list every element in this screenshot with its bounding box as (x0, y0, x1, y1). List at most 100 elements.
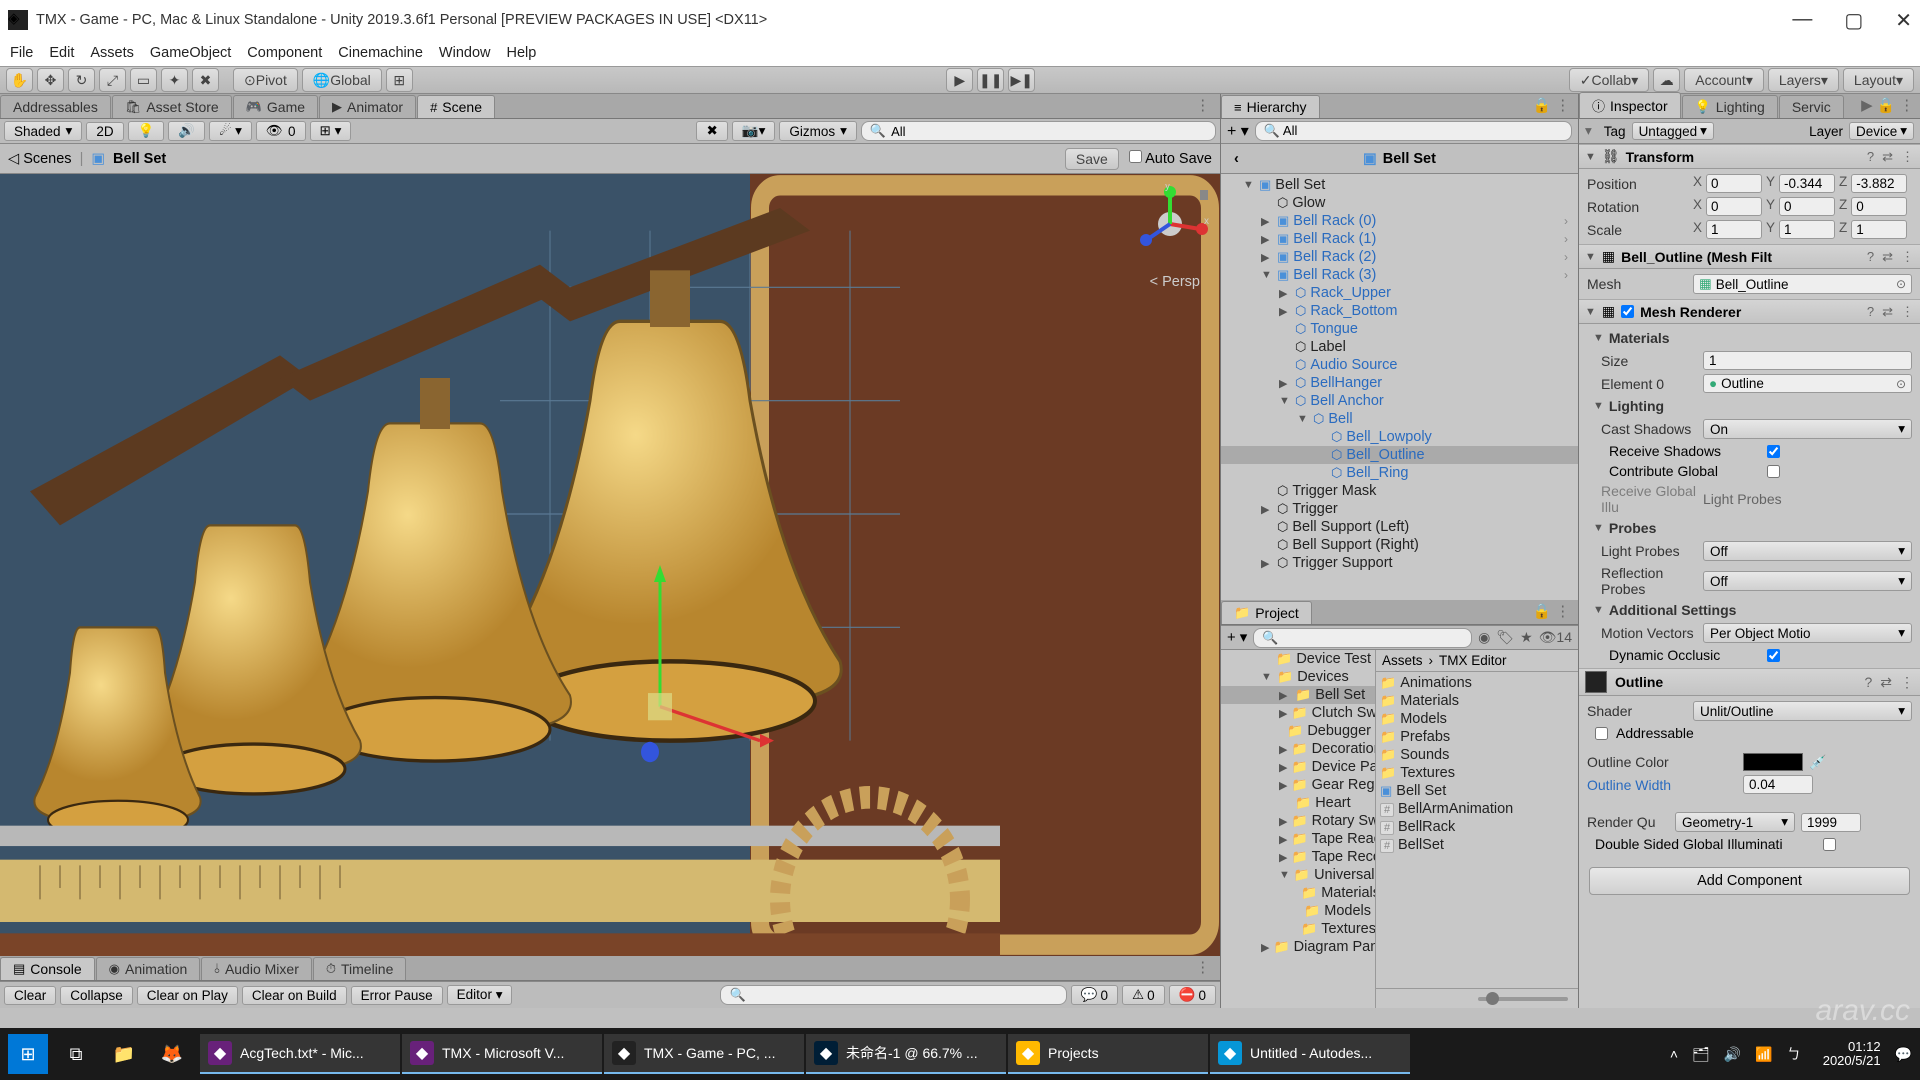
rot-x[interactable] (1706, 197, 1762, 216)
project-crumb-folder[interactable]: TMX Editor (1439, 653, 1507, 668)
console-warn-count[interactable]: ⚠0 (1122, 985, 1165, 1005)
project-item[interactable]: #BellRack (1376, 818, 1578, 836)
taskbar-app[interactable]: ◆未命名-1 @ 66.7% ... (806, 1034, 1006, 1074)
project-folder[interactable]: ▶📁Clutch Swit (1221, 704, 1375, 722)
hierarchy-item[interactable]: ▼⬡Bell Anchor (1221, 392, 1578, 410)
hierarchy-item[interactable]: ▶⬡Trigger (1221, 500, 1578, 518)
maximize-button[interactable]: ▢ (1844, 8, 1863, 33)
lighting-toggle[interactable]: 💡 (128, 121, 165, 141)
project-folder[interactable]: ▼📁Devices (1221, 668, 1375, 686)
layer-dropdown[interactable]: Device▾ (1849, 122, 1914, 140)
taskbar-app[interactable]: ◆AcgTech.txt* - Mic... (200, 1034, 400, 1074)
2d-toggle[interactable]: 2D (86, 122, 123, 141)
hierarchy-root[interactable]: Bell Set (1383, 151, 1436, 167)
scene-viewport[interactable]: ARM bell x y < Persp (0, 174, 1220, 956)
hidden-count[interactable]: 👁 0 (256, 121, 306, 141)
autosave-checkbox[interactable]: Auto Save (1129, 150, 1212, 167)
layers-dropdown[interactable]: Layers ▾ (1768, 68, 1839, 92)
project-folder[interactable]: ▶📁Diagram Pane (1221, 938, 1375, 956)
project-item[interactable]: 📁Animations (1376, 674, 1578, 692)
firefox-icon[interactable]: 🦊 (152, 1034, 192, 1074)
account-dropdown[interactable]: Account ▾ (1684, 68, 1764, 92)
contribute-gi-checkbox[interactable] (1767, 465, 1780, 478)
tab-hierarchy[interactable]: ≡Hierarchy (1221, 95, 1320, 118)
project-folder[interactable]: 📁Materials (1221, 884, 1375, 902)
scale-tool[interactable]: ⤢ (99, 68, 126, 92)
console-clear-build[interactable]: Clear on Build (242, 986, 347, 1005)
back-icon[interactable]: ‹ (1234, 151, 1239, 167)
grid-toggle[interactable]: ⊞ ▾ (310, 121, 352, 141)
layout-dropdown[interactable]: Layout ▾ (1843, 68, 1914, 92)
hierarchy-item[interactable]: ▶⬡Trigger Support (1221, 554, 1578, 572)
project-folder[interactable]: 📁Debugger (1221, 722, 1375, 740)
project-folder[interactable]: 📁Heart (1221, 794, 1375, 812)
console-editor[interactable]: Editor ▾ (447, 985, 513, 1005)
help-icon[interactable]: ? (1867, 149, 1874, 165)
project-folder[interactable]: 📁Textures (1221, 920, 1375, 938)
rect-tool[interactable]: ▭ (130, 68, 157, 92)
scene-search[interactable]: 🔍 All (861, 121, 1216, 141)
shader-dropdown[interactable]: Unlit/Outline▾ (1693, 701, 1912, 721)
fx-toggle[interactable]: ☄ ▾ (209, 121, 252, 141)
tab-menu-icon[interactable]: ⋮ (1185, 93, 1220, 118)
hierarchy-item[interactable]: ▼⬡Bell (1221, 410, 1578, 428)
pos-x[interactable] (1706, 174, 1762, 193)
project-item[interactable]: #BellSet (1376, 836, 1578, 854)
console-clear-play[interactable]: Clear on Play (137, 986, 238, 1005)
cloud-button[interactable]: ☁ (1653, 68, 1680, 92)
cast-shadows-dropdown[interactable]: On▾ (1703, 419, 1912, 439)
hierarchy-item[interactable]: ▶▣Bell Rack (1)› (1221, 230, 1578, 248)
console-collapse[interactable]: Collapse (60, 986, 133, 1005)
hierarchy-search[interactable]: 🔍 All (1255, 121, 1572, 141)
hierarchy-item[interactable]: ▼▣Bell Set (1221, 176, 1578, 194)
motion-vectors-dropdown[interactable]: Per Object Motio▾ (1703, 623, 1912, 643)
hierarchy-item[interactable]: ▼▣Bell Rack (3)› (1221, 266, 1578, 284)
explorer-icon[interactable]: 📁 (104, 1034, 144, 1074)
project-crumb-assets[interactable]: Assets (1382, 653, 1423, 668)
project-item[interactable]: 📁Prefabs (1376, 728, 1578, 746)
receive-shadows-checkbox[interactable] (1767, 445, 1780, 458)
hierarchy-item[interactable]: ▶⬡Rack_Upper (1221, 284, 1578, 302)
hierarchy-add-button[interactable]: + ▾ (1227, 121, 1249, 141)
save-button[interactable]: Save (1065, 148, 1119, 170)
materials-size[interactable] (1703, 351, 1912, 370)
hierarchy-item[interactable]: ▶⬡BellHanger (1221, 374, 1578, 392)
taskbar-clock[interactable]: 01:12 2020/5/21 (1823, 1040, 1881, 1069)
hierarchy-item[interactable]: ⬡Bell Support (Left) (1221, 518, 1578, 536)
menu-component[interactable]: Component (241, 43, 328, 63)
project-folder[interactable]: ▼📁Universal T (1221, 866, 1375, 884)
render-queue-dropdown[interactable]: Geometry-1▾ (1675, 812, 1795, 832)
task-view[interactable]: ⧉ (56, 1034, 96, 1074)
gizmos-dropdown[interactable]: Gizmos ▾ (779, 121, 857, 141)
project-item[interactable]: 📁Sounds (1376, 746, 1578, 764)
console-clear[interactable]: Clear (4, 986, 56, 1005)
taskbar-app[interactable]: ◆Projects (1008, 1034, 1208, 1074)
double-sided-gi-checkbox[interactable] (1823, 838, 1836, 851)
tray-wifi-icon[interactable]: 📶 (1755, 1046, 1772, 1063)
preset-icon[interactable]: ⇄ (1882, 149, 1893, 165)
tab-timeline[interactable]: ⏱Timeline (313, 957, 407, 980)
close-button[interactable]: ✕ (1895, 8, 1912, 33)
tab-services[interactable]: Servic (1779, 95, 1844, 118)
project-size-slider[interactable] (1376, 988, 1578, 1008)
console-error-count[interactable]: ⛔0 (1169, 985, 1216, 1005)
projection-label[interactable]: < Persp (1150, 274, 1200, 290)
transform-tool[interactable]: ✦ (161, 68, 188, 92)
menu-edit[interactable]: Edit (43, 43, 80, 63)
tab-animation[interactable]: ◉Animation (96, 957, 201, 980)
project-label-icon[interactable]: 🏷 (1496, 629, 1514, 646)
hierarchy-tree[interactable]: ▼▣Bell Set⬡Glow▶▣Bell Rack (0)›▶▣Bell Ra… (1221, 174, 1578, 600)
menu-cinemachine[interactable]: Cinemachine (332, 43, 429, 63)
audio-toggle[interactable]: 🔊 (168, 121, 205, 141)
step-button[interactable]: ▶❚ (1008, 68, 1035, 92)
project-folder[interactable]: ▶📁Bell Set (1221, 686, 1375, 704)
project-search[interactable]: 🔍 (1253, 628, 1472, 648)
rotate-tool[interactable]: ↻ (68, 68, 95, 92)
taskbar-app[interactable]: ◆TMX - Game - PC, ... (604, 1034, 804, 1074)
project-folder[interactable]: ▶📁Decoration: (1221, 740, 1375, 758)
console-menu-icon[interactable]: ⋮ (1185, 955, 1220, 980)
hierarchy-item[interactable]: ⬡Bell_Ring (1221, 464, 1578, 482)
mesh-renderer-enabled[interactable] (1621, 305, 1634, 318)
camera-dropdown[interactable]: 📷▾ (732, 121, 776, 141)
project-items[interactable]: 📁Animations📁Materials📁Models📁Prefabs📁Sou… (1376, 672, 1578, 988)
